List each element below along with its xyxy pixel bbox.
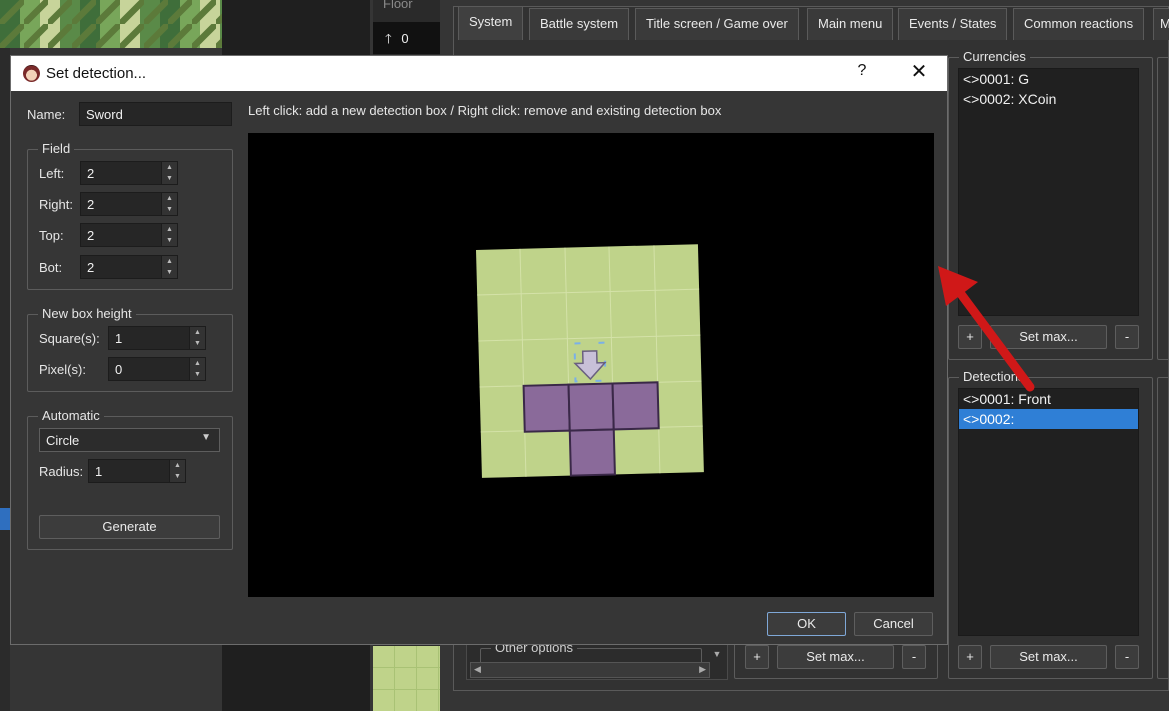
detection-add-button[interactable]: +	[958, 645, 982, 669]
generate-button[interactable]: Generate	[39, 515, 220, 539]
tab-system[interactable]: System	[458, 6, 524, 40]
instruction-text: Left click: add a new detection box / Ri…	[248, 103, 722, 118]
name-label: Name:	[27, 107, 66, 122]
squares-value: 1	[115, 331, 123, 346]
left-value: 2	[87, 166, 95, 181]
detection-set-max-button[interactable]: Set max...	[990, 645, 1107, 669]
scroll-left-icon[interactable]: ◀	[474, 664, 481, 675]
spin-down-icon[interactable]: ▼	[162, 173, 177, 184]
spin-down-icon[interactable]: ▼	[170, 471, 185, 482]
pixels-label: Pixel(s):	[39, 362, 86, 377]
spin-up-icon[interactable]: ▲	[162, 193, 177, 204]
detection-box[interactable]	[568, 428, 616, 477]
tab-events-states[interactable]: Events / States	[898, 8, 1008, 40]
floor-label: Floor	[383, 0, 413, 11]
set-detection-dialog: Set detection... ? ✕ Name: Sword Field L…	[10, 55, 948, 645]
list-item[interactable]: <>0001: Front	[959, 389, 1138, 409]
annotation-arrow-icon	[938, 266, 1035, 392]
shape-dropdown[interactable]: Circle ▼	[39, 428, 220, 452]
floor-count: 0	[401, 31, 409, 46]
right-group-edge	[1157, 57, 1169, 360]
close-button[interactable]: ✕	[907, 61, 931, 85]
spin-up-icon[interactable]: ▲	[162, 162, 177, 173]
detection-box[interactable]	[567, 382, 615, 432]
top-label: Top:	[39, 228, 64, 243]
middle-add-button[interactable]: +	[745, 645, 769, 669]
chevron-down-icon: ▼	[201, 432, 211, 443]
left-label: Left:	[39, 166, 65, 181]
scroll-down-icon[interactable]: ▼	[708, 646, 726, 662]
middle-set-max-button[interactable]: Set max...	[777, 645, 894, 669]
list-item-selected[interactable]: <>0002:	[959, 409, 1138, 429]
spin-up-icon[interactable]: ▲	[162, 256, 177, 267]
right-label: Right:	[39, 197, 73, 212]
up-arrow-icon: 🡑	[385, 31, 392, 46]
dialog-titlebar[interactable]: Set detection... ? ✕	[11, 56, 947, 91]
app-icon	[23, 65, 40, 82]
list-item[interactable]: <>0002: XCoin	[959, 89, 1138, 109]
spin-up-icon[interactable]: ▲	[162, 224, 177, 235]
spin-down-icon[interactable]: ▼	[190, 338, 205, 349]
help-button[interactable]: ?	[851, 62, 873, 84]
currency-remove-button[interactable]: -	[1115, 325, 1139, 349]
spin-up-icon[interactable]: ▲	[190, 327, 205, 338]
top-value: 2	[87, 228, 95, 243]
right-spinbox[interactable]: 2 ▲ ▼	[80, 192, 178, 216]
middle-remove-button[interactable]: -	[902, 645, 926, 669]
tab-more[interactable]: M	[1153, 8, 1169, 40]
left-scroll-area[interactable]	[0, 48, 10, 711]
spin-down-icon[interactable]: ▼	[162, 204, 177, 215]
left-spinbox[interactable]: 2 ▲ ▼	[80, 161, 178, 185]
pixels-spinbox[interactable]: 0 ▲ ▼	[108, 357, 206, 381]
bot-value: 2	[87, 260, 95, 275]
radius-spinbox[interactable]: 1 ▲ ▼	[88, 459, 186, 483]
dialog-title: Set detection...	[46, 65, 147, 82]
list-item[interactable]: <>0001: G	[959, 69, 1138, 89]
radius-label: Radius:	[39, 464, 84, 479]
mini-map-preview	[373, 646, 440, 711]
currencies-title: Currencies	[959, 49, 1030, 65]
detection-box[interactable]	[522, 383, 571, 433]
right-group-edge	[1157, 377, 1169, 679]
ok-button[interactable]: OK	[767, 612, 846, 636]
spin-up-icon[interactable]: ▲	[190, 358, 205, 369]
tileset-preview[interactable]	[0, 0, 222, 48]
radius-value: 1	[95, 464, 103, 479]
bot-spinbox[interactable]: 2 ▲ ▼	[80, 255, 178, 279]
detection-remove-button[interactable]: -	[1115, 645, 1139, 669]
tab-common-reactions[interactable]: Common reactions	[1013, 8, 1145, 40]
scroll-right-icon[interactable]: ▶	[699, 664, 706, 675]
top-spinbox[interactable]: 2 ▲ ▼	[80, 223, 178, 247]
new-box-height-title: New box height	[38, 306, 136, 322]
squares-spinbox[interactable]: 1 ▲ ▼	[108, 326, 206, 350]
spin-up-icon[interactable]: ▲	[170, 460, 185, 471]
tab-main-menu[interactable]: Main menu	[807, 8, 894, 40]
spin-down-icon[interactable]: ▼	[190, 369, 205, 380]
selected-row-indicator	[0, 508, 10, 530]
shape-value: Circle	[46, 433, 80, 448]
cancel-button[interactable]: Cancel	[854, 612, 933, 636]
spin-down-icon[interactable]: ▼	[162, 235, 177, 246]
detection-grid-view[interactable]	[248, 133, 934, 597]
bot-label: Bot:	[39, 260, 63, 275]
tab-battle-system[interactable]: Battle system	[529, 8, 630, 40]
detection-box[interactable]	[611, 381, 660, 431]
automatic-title: Automatic	[38, 408, 104, 424]
right-value: 2	[87, 197, 95, 212]
horizontal-scrollbar[interactable]: ◀ ▶	[470, 662, 710, 678]
name-input[interactable]: Sword	[79, 102, 232, 126]
pixels-value: 0	[115, 362, 123, 377]
detection-canvas[interactable]	[248, 133, 934, 597]
floor-counter[interactable]: 🡑 0	[373, 22, 440, 54]
tab-title-screen-game-over[interactable]: Title screen / Game over	[635, 8, 799, 40]
field-group-title: Field	[38, 141, 75, 157]
squares-label: Square(s):	[39, 331, 100, 346]
detections-list[interactable]: <>0001: Front <>0002:	[958, 388, 1139, 636]
spin-down-icon[interactable]: ▼	[162, 267, 177, 278]
